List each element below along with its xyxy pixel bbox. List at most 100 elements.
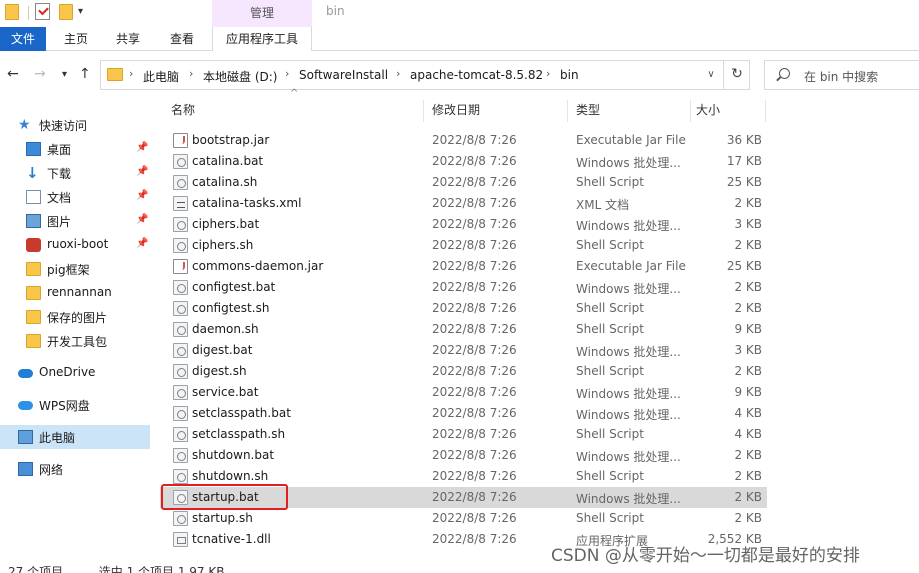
column-type[interactable]: 类型 xyxy=(576,96,600,124)
column-name[interactable]: 名称 xyxy=(171,96,195,124)
sidebar-item-wps[interactable]: WPS网盘 xyxy=(0,393,150,417)
script-file-icon xyxy=(173,427,188,442)
file-size: 9 KB xyxy=(734,385,762,399)
sidebar-item-label: 此电脑 xyxy=(39,431,76,445)
pin-icon[interactable]: 📌 xyxy=(136,142,148,153)
chevron-right-icon[interactable]: › xyxy=(129,67,133,80)
sidebar-item-network[interactable]: 网络 xyxy=(0,457,150,481)
navigation-bar: ← → ▾ ↑ › 此电脑 › 本地磁盘 (D:) › SoftwareInst… xyxy=(0,56,919,94)
chevron-right-icon[interactable]: › xyxy=(546,67,550,80)
navigation-pane: ★ 快速访问 桌面 📌 ↓ 下载 📌 文档 📌 图片 📌 ruoxi-boot … xyxy=(0,96,152,573)
file-size: 3 KB xyxy=(734,343,762,357)
sidebar-item-documents[interactable]: 文档 📌 xyxy=(0,185,150,209)
chevron-right-icon[interactable]: › xyxy=(189,67,193,80)
tab-application-tools[interactable]: 应用程序工具 xyxy=(212,27,312,51)
sidebar-item-quick-access[interactable]: ★ 快速访问 xyxy=(0,113,150,137)
breadcrumb-local-disk[interactable]: 本地磁盘 (D:) xyxy=(203,68,277,85)
address-bar[interactable]: › 此电脑 › 本地磁盘 (D:) › SoftwareInstall › ap… xyxy=(100,60,750,90)
file-name: commons-daemon.jar xyxy=(192,259,324,273)
column-divider[interactable] xyxy=(567,100,568,122)
sidebar-item-this-pc[interactable]: 此电脑 xyxy=(0,425,150,449)
file-row[interactable]: ciphers.sh 2022/8/8 7:26 Shell Script 2 KB xyxy=(160,235,767,256)
column-divider[interactable] xyxy=(765,100,766,122)
file-row[interactable]: catalina-tasks.xml 2022/8/8 7:26 XML 文档 2 K… xyxy=(160,193,767,214)
download-icon: ↓ xyxy=(26,164,39,182)
file-row[interactable]: ciphers.bat 2022/8/8 7:26 Windows 批处理... 3 … xyxy=(160,214,767,235)
back-icon[interactable]: ← xyxy=(7,66,19,82)
pin-icon[interactable]: 📌 xyxy=(136,190,148,201)
sidebar-item-saved-pictures[interactable]: 保存的图片 xyxy=(0,305,150,329)
file-row[interactable]: configtest.sh 2022/8/8 7:26 Shell Script 2 … xyxy=(160,298,767,319)
file-row[interactable]: commons-daemon.jar 2022/8/8 7:26 Executabl… xyxy=(160,256,767,277)
refresh-icon[interactable]: ↻ xyxy=(723,61,750,89)
tab-home[interactable]: 主页 xyxy=(55,27,97,51)
file-date: 2022/8/8 7:26 xyxy=(432,175,517,189)
breadcrumb-softwareinstall[interactable]: SoftwareInstall xyxy=(299,68,388,82)
tab-view[interactable]: 查看 xyxy=(161,27,203,51)
search-input[interactable]: 在 bin 中搜索 xyxy=(804,68,878,85)
search-box[interactable]: 在 bin 中搜索 xyxy=(764,60,919,90)
file-name: shutdown.bat xyxy=(192,448,275,462)
file-row[interactable]: configtest.bat 2022/8/8 7:26 Windows 批处理..… xyxy=(160,277,767,298)
file-size: 2 KB xyxy=(734,511,762,525)
new-folder-icon[interactable] xyxy=(59,4,73,20)
forward-icon[interactable]: → xyxy=(34,66,46,82)
context-tab-manage[interactable]: 管理 xyxy=(212,0,312,27)
file-row[interactable]: catalina.bat 2022/8/8 7:26 Windows 批处理... 1… xyxy=(160,151,767,172)
breadcrumb-bin[interactable]: bin xyxy=(560,68,579,82)
file-row[interactable]: setclasspath.sh 2022/8/8 7:26 Shell Script… xyxy=(160,424,767,445)
up-icon[interactable]: ↑ xyxy=(79,66,91,82)
chevron-down-icon[interactable]: ∨ xyxy=(699,66,723,84)
recent-locations-icon[interactable]: ▾ xyxy=(62,69,67,80)
tab-share[interactable]: 共享 xyxy=(107,27,149,51)
file-size: 3 KB xyxy=(734,217,762,231)
file-size: 2 KB xyxy=(734,364,762,378)
customize-toolbar-icon[interactable]: ▾ xyxy=(78,6,83,17)
column-divider[interactable] xyxy=(690,100,691,122)
column-divider[interactable] xyxy=(423,100,424,122)
tab-file[interactable]: 文件 xyxy=(0,27,46,51)
column-date[interactable]: 修改日期 xyxy=(432,96,480,124)
chevron-right-icon[interactable]: › xyxy=(396,67,400,80)
sidebar-item-label: WPS网盘 xyxy=(39,399,90,413)
sidebar-item-label: rennannan xyxy=(47,285,112,299)
sidebar-item-rennannan[interactable]: rennannan xyxy=(0,281,150,305)
selection-info: 选中 1 个项目 1.97 KB xyxy=(98,565,225,573)
app-icon xyxy=(26,238,41,252)
sidebar-item-pictures[interactable]: 图片 📌 xyxy=(0,209,150,233)
file-row[interactable]: service.bat 2022/8/8 7:26 Windows 批处理... 9 … xyxy=(160,382,767,403)
file-size: 36 KB xyxy=(726,133,762,147)
sidebar-item-desktop[interactable]: 桌面 📌 xyxy=(0,137,150,161)
file-date: 2022/8/8 7:26 xyxy=(432,301,517,315)
properties-icon[interactable] xyxy=(35,3,50,20)
sidebar-item-pig[interactable]: pig框架 xyxy=(0,257,150,281)
sidebar-item-label: 桌面 xyxy=(47,143,72,157)
file-row[interactable]: digest.sh 2022/8/8 7:26 Shell Script 2 KB xyxy=(160,361,767,382)
script-file-icon xyxy=(173,280,188,295)
breadcrumb-tomcat[interactable]: apache-tomcat-8.5.82 xyxy=(410,68,543,82)
sidebar-item-downloads[interactable]: ↓ 下载 📌 xyxy=(0,161,150,185)
pin-icon[interactable]: 📌 xyxy=(136,238,148,249)
file-row[interactable]: setclasspath.bat 2022/8/8 7:26 Windows 批处理… xyxy=(160,403,767,424)
script-file-icon xyxy=(173,238,188,253)
sidebar-item-dev-tools[interactable]: 开发工具包 xyxy=(0,329,150,353)
watermark: CSDN @从零开始～一切都是最好的安排 xyxy=(551,546,860,566)
file-name: digest.sh xyxy=(192,364,247,378)
sidebar-item-ruoxi-boot[interactable]: ruoxi-boot 📌 xyxy=(0,233,150,257)
sidebar-item-label: ruoxi-boot xyxy=(47,237,109,251)
column-size[interactable]: 大小 xyxy=(696,96,720,124)
chevron-right-icon[interactable]: › xyxy=(285,67,289,80)
dll-file-icon xyxy=(173,532,188,547)
pin-icon[interactable]: 📌 xyxy=(136,166,148,177)
file-row[interactable]: startup.sh 2022/8/8 7:26 Shell Script 2 KB xyxy=(160,508,767,529)
file-type: Shell Script xyxy=(576,238,644,252)
sidebar-item-onedrive[interactable]: OneDrive xyxy=(0,361,150,385)
file-row[interactable]: bootstrap.jar 2022/8/8 7:26 Executable Jar… xyxy=(160,130,767,151)
breadcrumb-this-pc[interactable]: 此电脑 xyxy=(143,68,179,85)
pin-icon[interactable]: 📌 xyxy=(136,214,148,225)
file-row[interactable]: catalina.sh 2022/8/8 7:26 Shell Script 25 K… xyxy=(160,172,767,193)
file-row[interactable]: digest.bat 2022/8/8 7:26 Windows 批处理... 3 K… xyxy=(160,340,767,361)
file-row[interactable]: shutdown.bat 2022/8/8 7:26 Windows 批处理... 2… xyxy=(160,445,767,466)
file-row[interactable]: daemon.sh 2022/8/8 7:26 Shell Script 9 KB xyxy=(160,319,767,340)
folder-icon xyxy=(26,310,41,324)
